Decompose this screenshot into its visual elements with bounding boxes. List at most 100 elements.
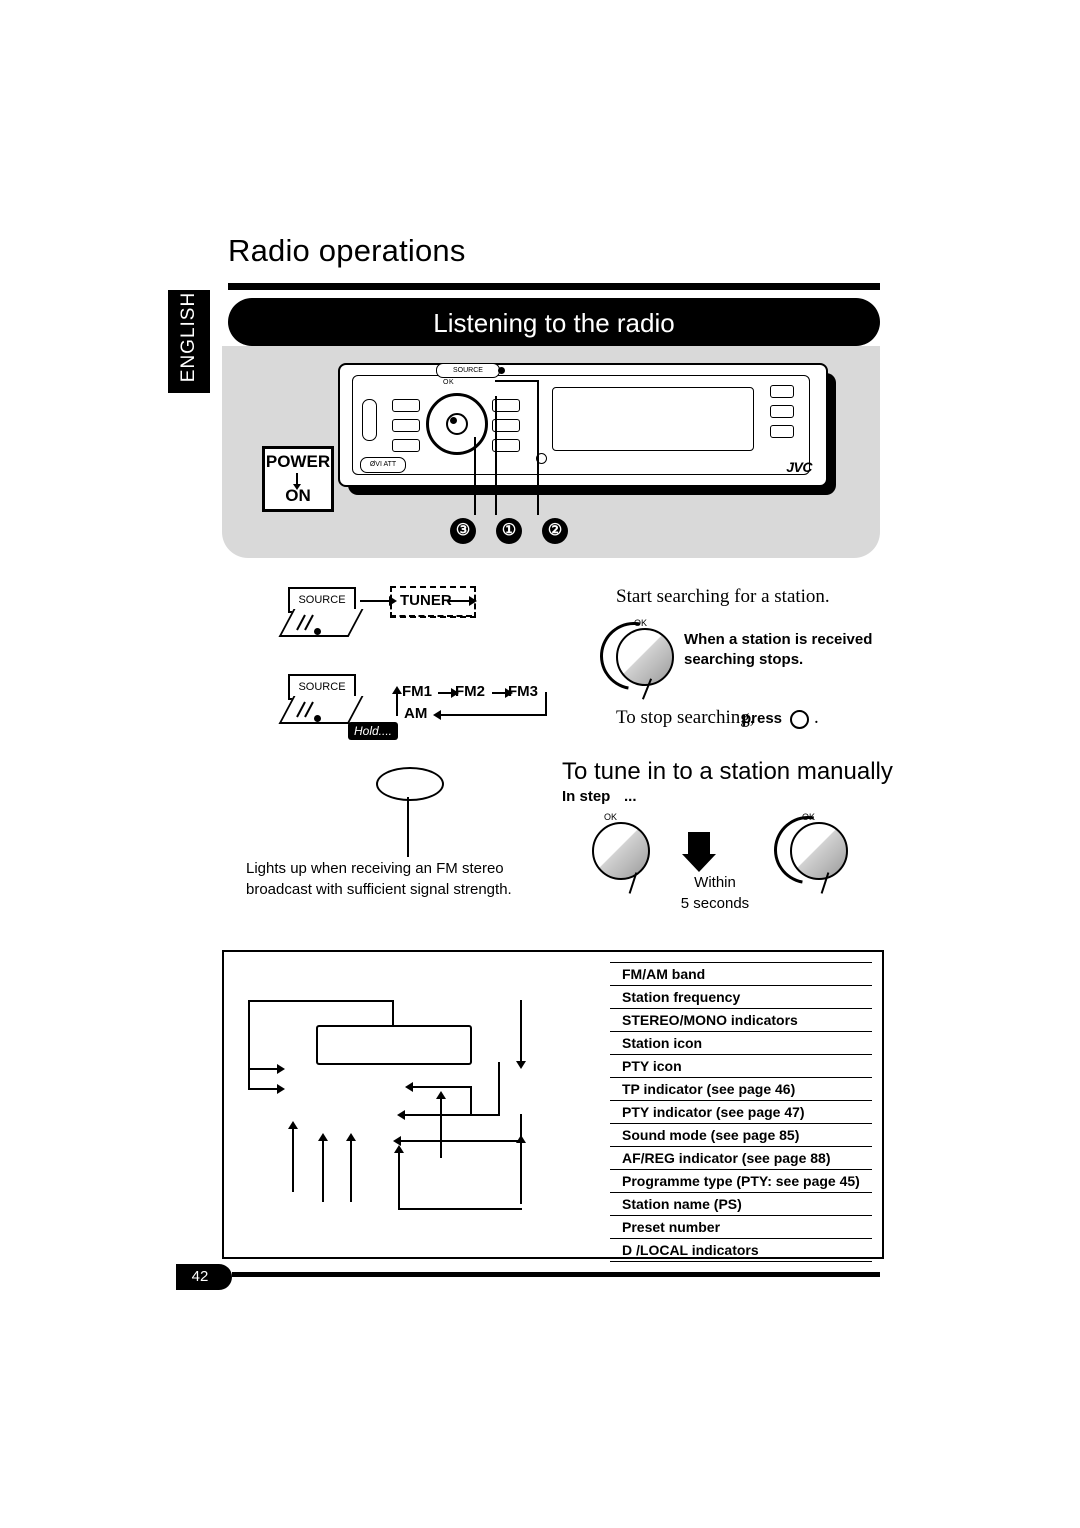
power-on-label: ON [285,486,311,505]
arrow-up-4-icon [394,1145,404,1210]
arrow-up-6-icon [516,1135,526,1204]
preset-button-2[interactable] [392,419,420,432]
stop-search-text: To stop searching, [616,707,755,728]
arrow-icon-left [397,1110,500,1120]
list-item: AF/REG indicator (see page 88) [610,1147,872,1170]
arrow-pty-left [393,1136,522,1146]
band-fm3-label: FM3 [508,683,538,700]
callout-number-3: ③ [450,518,476,544]
callout-number-1: ① [496,518,522,544]
within-note: Within 5 seconds [660,872,770,914]
band-fm1-label: FM1 [402,683,432,700]
display-left-line-2 [248,1068,250,1090]
head-unit-illustration: OK SOURCE ØVI ATT JVC [338,363,836,495]
attenuator-button-icon[interactable]: ØVI ATT [360,457,406,473]
knob-ok-label-2: OK [604,812,618,822]
down-arrow-icon [293,473,301,490]
display-schematic [316,1025,472,1065]
callout-line-3 [474,437,476,515]
callout-line-1 [495,396,497,515]
source-button-icon: SOURCE [436,363,500,378]
band-loop-right [545,692,547,716]
source-button-body-2 [278,696,364,724]
hold-badge: Hold.... [348,722,399,740]
arrow-right-down-icon [516,1000,526,1069]
in-step-label: In step [562,788,611,805]
within-line1: Within [694,874,736,891]
rotate-arc-icon-2 [760,802,856,898]
arrow-fm2-fm3-icon [492,688,513,698]
press-point-1-icon [314,628,321,635]
source-dot-icon [498,367,505,374]
power-label: POWER [265,452,331,471]
source-button-body-1 [278,609,364,637]
press-arrow-body-icon [688,832,710,854]
list-item: Programme type (PTY: see page 45) [610,1170,872,1193]
manual-page: Radio operations ENGLISH Listening to th… [0,0,1080,1528]
ok-label: OK [443,379,455,386]
list-item: PTY icon [610,1055,872,1078]
knob-icon-manual-1 [592,822,650,880]
stereo-note-line1: Lights up when receiving an FM stereo [246,860,504,877]
within-line2: 5 seconds [680,895,750,912]
power-callout: POWER ON [262,446,334,512]
press-arrow-head-icon [682,854,716,872]
band-loop-left [396,692,398,716]
list-item: PTY indicator (see page 47) [610,1101,872,1124]
arrow-up-1-icon [288,1121,298,1192]
section-banner-label: Listening to the radio [433,308,675,338]
station-received-note: When a station is received searching sto… [684,630,884,670]
list-item: Station name (PS) [610,1193,872,1216]
arrow-to-am-icon [433,710,462,720]
section-banner: Listening to the radio [228,298,880,346]
side-button-1[interactable] [770,385,794,398]
line-stereo-v [470,1088,472,1116]
display-left-line [248,1000,250,1068]
arrow-up-5-icon [436,1091,446,1158]
language-tab-label: ENGLISH [178,291,199,383]
stop-search-press-label: press [742,710,783,727]
list-item: Sound mode (see page 85) [610,1124,872,1147]
manual-tune-heading: To tune in to a station manually [562,758,893,785]
arrow-tuner-out-icon [448,596,477,606]
display-screen [552,387,754,451]
footer-rule [232,1272,880,1277]
bottom-connector-line [398,1208,522,1210]
start-search-text: Start searching for a station. [616,586,830,607]
arrow-up-2-icon [318,1133,328,1202]
tuner-label: TUNER [400,592,452,609]
display-stem-line [392,1000,394,1026]
list-item: Station icon [610,1032,872,1055]
stereo-note: Lights up when receiving an FM stereo br… [246,858,546,900]
side-button-2[interactable] [770,405,794,418]
volume-slider-icon [362,399,377,441]
title-rule [228,283,880,290]
stop-search-period: . [814,707,819,728]
stereo-note-line2: broadcast with sufficient signal strengt… [246,881,512,898]
arrow-band-icon [250,1064,285,1074]
arrow-up-3-icon [346,1133,356,1202]
page-title: Radio operations [228,233,466,268]
arrow-to-tuner-icon [360,596,397,606]
preset-button-3[interactable] [392,439,420,452]
press-point-2-icon [314,715,321,722]
list-item: FM/AM band [610,962,872,986]
list-item: TP indicator (see page 46) [610,1078,872,1101]
side-button-3[interactable] [770,425,794,438]
knob-press-icon [790,710,809,729]
band-fm2-label: FM2 [455,683,485,700]
received-note-line2: searching stops. [684,651,804,668]
band-am-label: AM [404,705,428,722]
arrow-frequency-icon [250,1084,285,1094]
brand-logo: JVC [786,459,812,475]
callout-line-2 [537,380,539,515]
page-number: 42 [191,1268,209,1285]
list-item: Preset number [610,1216,872,1239]
in-step-dots: ... [624,788,637,805]
preset-button-1[interactable] [392,399,420,412]
stereo-callout-line [407,797,409,857]
received-note-line1: When a station is received [684,631,873,648]
display-top-line [248,1000,394,1002]
callout-number-2: ② [542,518,568,544]
stereo-indicator-callout [376,767,444,801]
